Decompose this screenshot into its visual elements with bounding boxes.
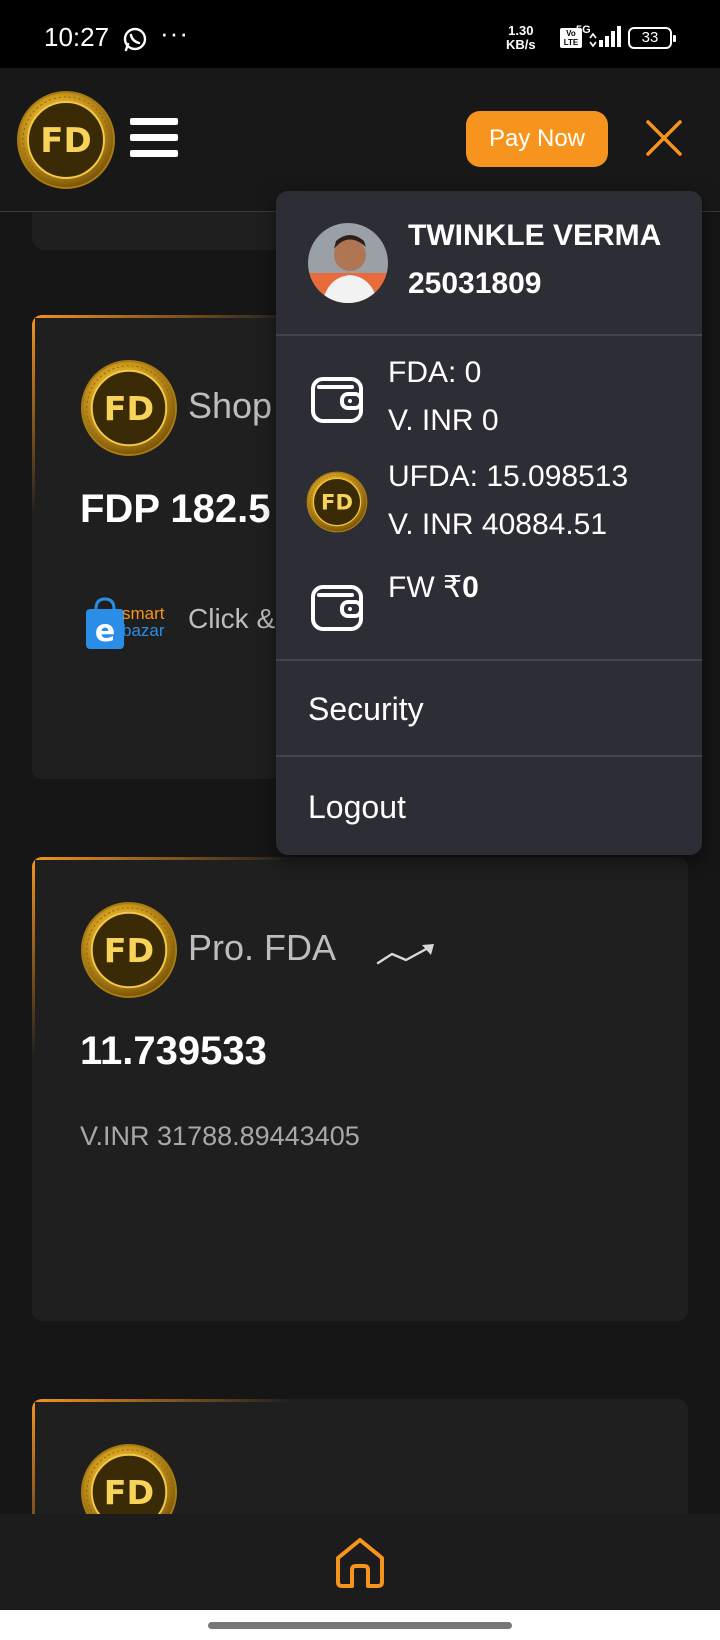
signal-icon xyxy=(589,26,621,48)
fd-logo[interactable] xyxy=(16,90,116,190)
pro-fda-card[interactable]: Pro. FDA 11.739533 V.INR 31788.89443405 xyxy=(32,857,688,1321)
home-icon[interactable] xyxy=(330,1532,390,1592)
logout-label: Logout xyxy=(308,789,406,825)
wallet-icon xyxy=(310,584,364,632)
network-speed: 1.30 KB/s xyxy=(506,24,536,52)
esmart-brand-bottom: bazar xyxy=(122,621,165,640)
fw-value: 0 xyxy=(462,571,479,604)
user-name: TWINKLE VERMA xyxy=(408,219,662,252)
network-speed-unit: KB/s xyxy=(506,37,536,52)
esmart-bazar-logo[interactable]: e smart bazar xyxy=(84,595,174,651)
status-bar: 10:27 ··· 1.30 KB/s Vo LTE 5G 33 xyxy=(0,0,720,68)
user-photo xyxy=(308,223,388,303)
fd-coin-icon xyxy=(80,1443,178,1514)
profile-dropdown: TWINKLE VERMA 25031809 FDA: 0 V. INR 0 U… xyxy=(276,191,702,855)
card-title: Shop xyxy=(188,385,273,426)
card-value: 11.739533 xyxy=(80,1029,267,1073)
bottom-nav xyxy=(0,1514,720,1610)
close-icon[interactable] xyxy=(642,116,686,160)
gesture-bar xyxy=(0,1610,720,1640)
partial-card[interactable] xyxy=(32,1399,688,1514)
gesture-handle[interactable] xyxy=(208,1622,512,1629)
logout-menu-item[interactable]: Logout xyxy=(276,759,702,855)
avatar[interactable] xyxy=(308,223,388,303)
fd-coin-icon xyxy=(80,359,178,457)
battery-icon: 33 xyxy=(628,27,676,49)
svg-text:e: e xyxy=(95,614,115,649)
fd-coin-icon xyxy=(80,901,178,999)
user-id: 25031809 xyxy=(408,267,542,300)
fda-inr-value: V. INR 0 xyxy=(388,404,499,437)
status-time: 10:27 xyxy=(44,22,110,52)
whatsapp-icon xyxy=(123,27,147,52)
hamburger-menu-icon[interactable] xyxy=(130,118,178,158)
trending-up-icon xyxy=(376,944,434,965)
ufda-inr-value: V. INR 40884.51 xyxy=(388,508,608,541)
card-sub-text: Click & xyxy=(188,603,276,634)
esmart-brand-top: smart xyxy=(122,604,165,623)
security-menu-item[interactable]: Security xyxy=(276,661,702,757)
pay-now-button[interactable]: Pay Now xyxy=(466,111,608,167)
wallet-icon xyxy=(310,376,364,424)
fw-balance: FW ₹0 xyxy=(388,570,479,605)
card-value: FDP 182.5 xyxy=(80,487,271,531)
profile-section: TWINKLE VERMA 25031809 xyxy=(276,191,702,336)
network-speed-value: 1.30 xyxy=(508,23,534,38)
fw-label: FW ₹ xyxy=(388,571,463,604)
wallet-section: FDA: 0 V. INR 0 UFDA: 15.098513 V. INR 4… xyxy=(276,336,702,661)
security-label: Security xyxy=(308,691,424,727)
fd-coin-icon xyxy=(306,471,368,533)
card-sub-text: V.INR 31788.89443405 xyxy=(80,1121,360,1151)
more-notifications-icon: ··· xyxy=(160,18,189,48)
card-title: Pro. FDA xyxy=(188,927,337,968)
ufda-balance: UFDA: 15.098513 xyxy=(388,460,629,493)
fda-balance: FDA: 0 xyxy=(388,356,482,389)
shopping-bag-icon: e xyxy=(86,597,124,649)
